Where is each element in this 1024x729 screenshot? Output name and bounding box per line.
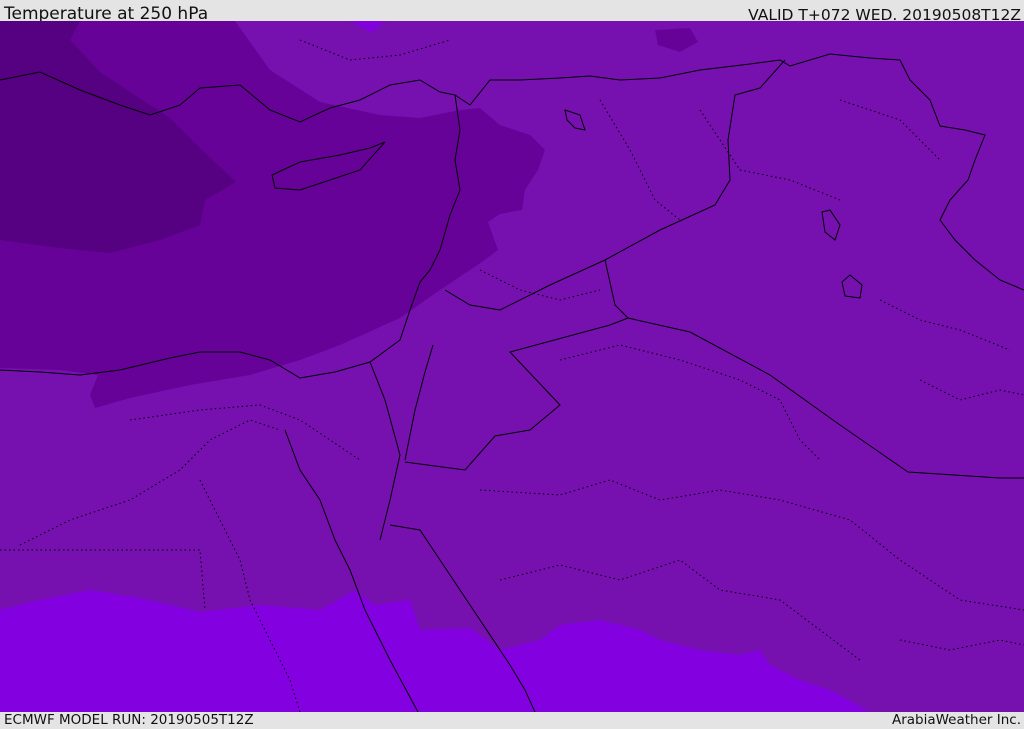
temperature-map[interactable] <box>0 21 1024 712</box>
header-bar: Temperature at 250 hPa VALID T+072 WED. … <box>0 0 1024 24</box>
map-panel[interactable] <box>0 21 1024 712</box>
credit-label: ArabiaWeather Inc. <box>891 712 1021 728</box>
model-run-label: ECMWF MODEL RUN: 20190505T12Z <box>4 712 254 728</box>
footer-bar: ECMWF MODEL RUN: 20190505T12Z ArabiaWeat… <box>0 712 1024 729</box>
